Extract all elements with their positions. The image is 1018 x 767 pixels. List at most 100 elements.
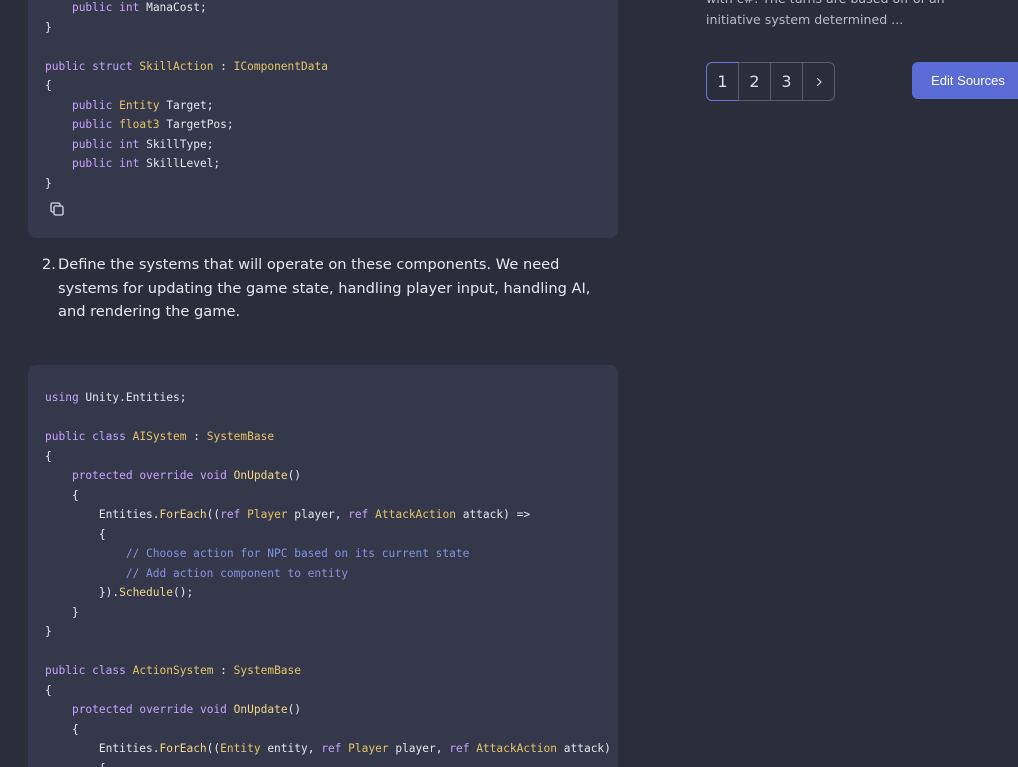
code-token: (); [172, 586, 194, 599]
code-token: ref [348, 508, 369, 521]
code-token: struct [92, 59, 133, 73]
code-token: Target; [159, 98, 214, 112]
code-token: public [71, 118, 113, 131]
source-pagination: 1 2 3 [706, 62, 835, 101]
code-token: void [199, 703, 227, 716]
code-token: } [45, 176, 52, 190]
code-token: Player [247, 508, 288, 521]
code-token: class [92, 430, 126, 443]
copy-icon [50, 202, 64, 216]
code-token: { [45, 762, 106, 767]
list-text: Define the systems that will operate on … [58, 256, 591, 320]
code-token: public [71, 137, 113, 151]
code-token: public [71, 98, 113, 112]
code-token: : [213, 664, 234, 677]
code-content: public int ManaCost; } public struct Ski… [28, 0, 618, 193]
code-token: OnUpdate [233, 703, 288, 716]
code-token: public [45, 430, 86, 443]
list-number: 2. [42, 256, 56, 273]
code-token: Player [348, 742, 389, 755]
code-token: using [45, 391, 79, 404]
code-token: (( [206, 508, 221, 521]
code-token: } [45, 605, 79, 619]
code-token: SkillLevel; [139, 157, 221, 170]
code-token: AISystem [132, 430, 187, 443]
code-token: { [45, 488, 79, 502]
code-token: class [92, 664, 126, 677]
code-token: Entities. [45, 508, 160, 521]
code-token: int [119, 157, 140, 170]
code-token: int [119, 1, 140, 14]
code-token: SystemBase [206, 430, 275, 443]
code-token: // Add action component to entity [125, 566, 349, 580]
code-token: attack) => [455, 508, 531, 521]
code-token: : [213, 59, 234, 73]
code-token: attack) => [563, 742, 618, 755]
code-token: override [139, 703, 194, 716]
code-token: Schedule [119, 586, 173, 599]
code-token: ForEach [159, 742, 207, 755]
source-snippet: with c#. The turns are based off of an i… [706, 0, 945, 27]
code-token: TargetPos; [159, 118, 234, 131]
code-token: AttackAction [476, 742, 558, 755]
code-token: ActionSystem [132, 664, 214, 677]
code-token: entity, [260, 742, 322, 755]
code-token: Unity.Entities; [78, 391, 187, 404]
code-token: public [45, 664, 86, 677]
code-token: () [287, 703, 302, 716]
code-token: public [45, 59, 86, 73]
code-token: : [186, 430, 207, 443]
code-token: SystemBase [233, 664, 302, 677]
next-page-button[interactable] [802, 62, 835, 101]
code-token: ForEach [159, 508, 207, 521]
code-token: Entities. [45, 742, 160, 755]
code-token: ref [220, 508, 241, 521]
code-token: ManaCost; [139, 1, 207, 14]
code-token: { [45, 722, 79, 736]
code-token: protected [71, 703, 133, 716]
chevron-right-icon [816, 77, 822, 86]
code-token: { [45, 79, 52, 92]
page-2-button[interactable]: 2 [738, 62, 771, 101]
code-token: () [287, 469, 302, 482]
code-token: ref [449, 742, 470, 755]
code-token: { [45, 683, 52, 697]
copy-code-button[interactable] [46, 198, 68, 220]
code-token: IComponentData [233, 59, 328, 73]
code-token: } [45, 20, 52, 34]
code-token: player, [388, 742, 450, 755]
code-token: Entity [119, 98, 160, 112]
code-token: }). [45, 586, 120, 599]
code-token: int [119, 137, 140, 151]
code-content: using Unity.Entities; public class AISys… [28, 365, 618, 767]
code-token: { [45, 449, 52, 463]
page-3-button[interactable]: 3 [770, 62, 803, 101]
edit-sources-button[interactable]: Edit Sources [912, 62, 1018, 99]
code-token: float3 [119, 118, 160, 131]
code-block: using Unity.Entities; public class AISys… [28, 365, 618, 767]
code-token: void [199, 469, 227, 482]
code-token: SkillAction [139, 59, 214, 73]
code-token: public [71, 1, 113, 14]
code-token: protected [71, 469, 133, 482]
code-token: } [45, 625, 52, 638]
page-1-button[interactable]: 1 [706, 62, 739, 101]
code-block: public int ManaCost; } public struct Ski… [28, 0, 618, 238]
code-token: OnUpdate [233, 469, 288, 482]
code-token: player, [287, 508, 349, 521]
code-token: ref [321, 742, 342, 755]
code-token: { [45, 527, 106, 541]
